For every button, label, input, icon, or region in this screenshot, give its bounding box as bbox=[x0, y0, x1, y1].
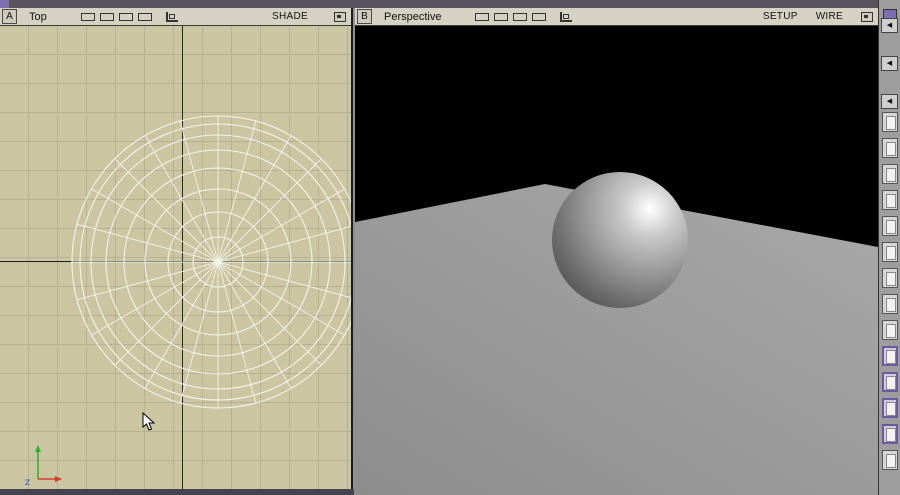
layout-split-icon[interactable] bbox=[99, 12, 114, 21]
toolbar-page-button[interactable] bbox=[882, 190, 898, 210]
panel-collapse-button[interactable]: ◀ bbox=[881, 18, 898, 33]
toolbar-page-button[interactable] bbox=[882, 268, 898, 288]
axis-y-arrow bbox=[35, 445, 41, 452]
toolbar-page-button[interactable] bbox=[882, 216, 898, 236]
toolbar-page-button[interactable] bbox=[882, 294, 898, 314]
sphere-object[interactable] bbox=[552, 172, 688, 308]
window-top-strip bbox=[0, 0, 900, 8]
viewport-b-wire-mode[interactable]: WIRE bbox=[816, 11, 843, 22]
right-toolbar: ◀ ◀ ◀ bbox=[878, 0, 900, 495]
mouse-cursor-icon bbox=[142, 412, 156, 431]
arrow-left-icon: ◀ bbox=[886, 98, 893, 105]
viewport-b-maximize-icon[interactable] bbox=[861, 11, 873, 22]
axis-gizmo: z bbox=[25, 445, 62, 487]
arrow-left-icon: ◀ bbox=[886, 22, 893, 29]
app-window: A Top SHADE z B Perspective SETUP WIRE ◀… bbox=[0, 0, 900, 495]
toolbar-page-button[interactable] bbox=[882, 242, 898, 262]
panel-collapse-button[interactable]: ◀ bbox=[881, 56, 898, 71]
toolbar-page-button[interactable] bbox=[882, 138, 898, 158]
layout-custom-icon[interactable] bbox=[137, 12, 152, 21]
toolbar-page-button[interactable] bbox=[882, 450, 898, 470]
toolbar-page-button-selected[interactable] bbox=[882, 398, 898, 418]
toolbar-page-button[interactable] bbox=[882, 320, 898, 340]
layout-quad-icon[interactable] bbox=[118, 12, 133, 21]
toolbar-page-button-selected[interactable] bbox=[882, 346, 898, 366]
resize-grid-icon[interactable] bbox=[560, 11, 573, 22]
viewport-b-setup-button[interactable]: SETUP bbox=[763, 11, 798, 22]
viewport-a-shade-mode[interactable]: SHADE bbox=[272, 11, 308, 22]
viewport-a-maximize-icon[interactable] bbox=[334, 11, 346, 22]
layout-single-icon[interactable] bbox=[80, 12, 95, 21]
viewport-a-canvas[interactable]: z bbox=[0, 26, 351, 495]
layout-single-icon[interactable] bbox=[475, 12, 490, 21]
viewport-b-view-menu[interactable]: Perspective bbox=[384, 11, 441, 23]
viewport-a-header: A Top SHADE bbox=[0, 8, 351, 26]
toolbar-page-button[interactable] bbox=[882, 164, 898, 184]
toolbar-page-button[interactable] bbox=[882, 112, 898, 132]
axis-z-label: z bbox=[25, 477, 30, 487]
viewport-a-layout-buttons bbox=[80, 12, 152, 21]
toolbar-page-button-selected[interactable] bbox=[882, 424, 898, 444]
window-corner-accent bbox=[0, 0, 9, 8]
arrow-left-icon: ◀ bbox=[886, 60, 893, 67]
panel-collapse-button[interactable]: ◀ bbox=[881, 94, 898, 109]
viewport-a-view-menu[interactable]: Top bbox=[29, 11, 47, 23]
sphere-wireframe bbox=[71, 115, 351, 409]
axis-x-arrow bbox=[55, 476, 62, 482]
viewport-top: A Top SHADE z bbox=[0, 8, 353, 495]
window-bottom-strip bbox=[0, 489, 354, 495]
toolbar-page-button-selected[interactable] bbox=[882, 372, 898, 392]
layout-split-icon[interactable] bbox=[494, 12, 509, 21]
layout-quad-icon[interactable] bbox=[513, 12, 528, 21]
viewport-b-header: B Perspective SETUP WIRE bbox=[355, 8, 878, 26]
viewport-perspective: B Perspective SETUP WIRE bbox=[355, 8, 878, 495]
viewport-b-id-button[interactable]: B bbox=[357, 9, 372, 24]
toolbar-button-stack bbox=[882, 112, 898, 470]
viewport-b-canvas[interactable] bbox=[355, 26, 878, 495]
viewport-a-id-button[interactable]: A bbox=[2, 9, 17, 24]
layout-custom-icon[interactable] bbox=[532, 12, 547, 21]
viewport-b-layout-buttons bbox=[475, 12, 547, 21]
resize-grid-icon[interactable] bbox=[165, 11, 178, 22]
